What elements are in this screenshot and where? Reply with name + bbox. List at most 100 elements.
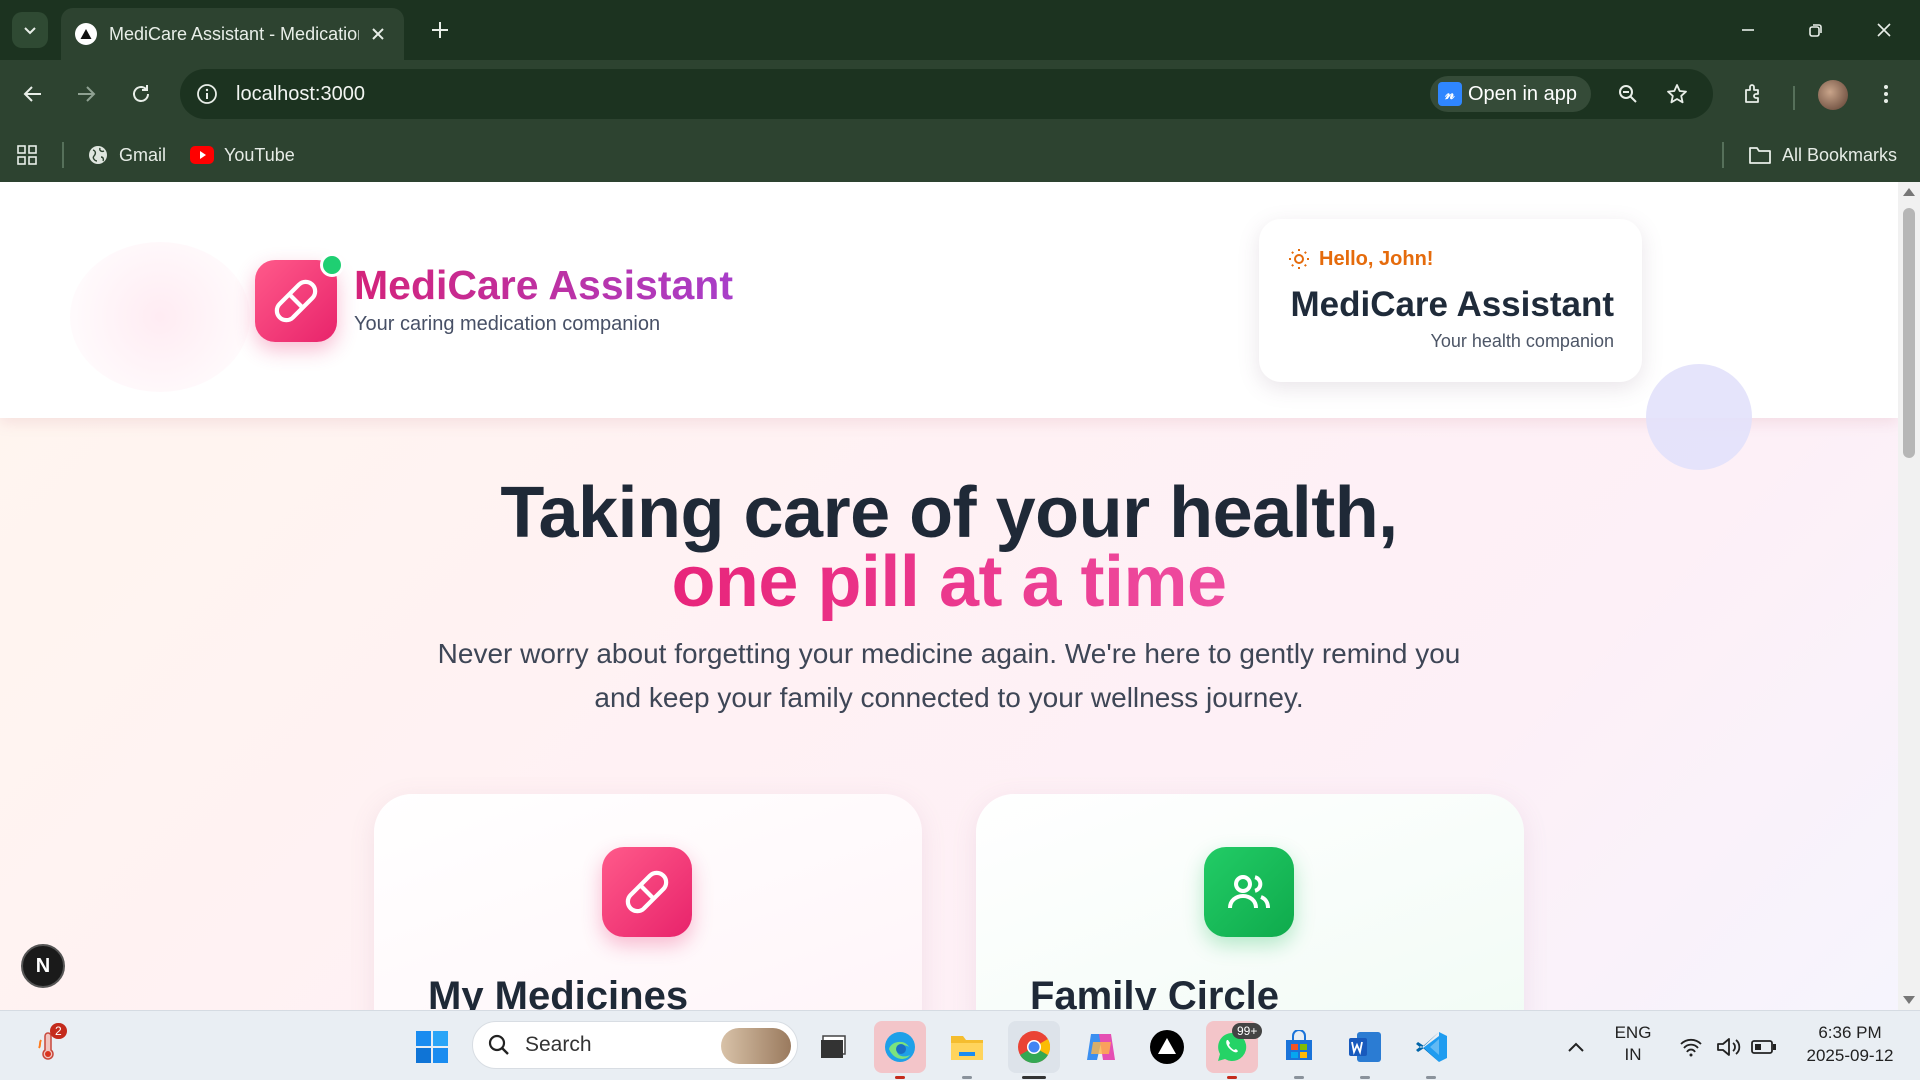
search-icon <box>488 1034 509 1055</box>
users-icon <box>1228 875 1270 909</box>
greeting-card-title: MediCare Assistant <box>1290 285 1614 324</box>
hero-heading-accent: one pill at a time <box>0 541 1898 623</box>
system-tray-status[interactable] <box>1668 1021 1788 1073</box>
windows-logo-icon <box>416 1031 448 1063</box>
taskbar-vercel-app[interactable] <box>1141 1021 1193 1073</box>
restore-button[interactable] <box>1798 12 1834 48</box>
browser-toolbar: localhost:3000 𝓃 Open in app <box>0 60 1920 128</box>
hero-accent-text: one pill at a time <box>671 542 1227 622</box>
apps-grid-icon <box>17 145 37 165</box>
volume-icon <box>1717 1038 1741 1056</box>
clock-date: 2025-09-12 <box>1806 1046 1894 1065</box>
back-button[interactable] <box>15 76 51 112</box>
taskbar-vscode[interactable] <box>1405 1021 1457 1079</box>
extensions-button[interactable] <box>1736 76 1772 112</box>
language-line-2: IN <box>1624 1045 1642 1064</box>
taskbar-whatsapp[interactable]: 99+ <box>1206 1021 1263 1079</box>
whatsapp-badge: 99+ <box>1232 1023 1263 1039</box>
pill-icon <box>625 870 669 914</box>
reload-icon <box>133 85 149 102</box>
close-window-button[interactable] <box>1866 12 1902 48</box>
pill-icon <box>274 279 318 323</box>
show-hidden-icons-button[interactable] <box>1548 1021 1604 1073</box>
app-logo-icon: 𝓃 <box>1438 82 1462 106</box>
taskbar-chrome[interactable] <box>1008 1021 1060 1079</box>
forward-button[interactable] <box>68 76 104 112</box>
browser-tab-active[interactable]: MediCare Assistant - Medication <box>61 8 404 60</box>
decorative-circle <box>1646 364 1752 470</box>
zoom-button[interactable] <box>1613 79 1643 109</box>
active-indicator <box>1022 1076 1046 1079</box>
brand-subtitle: Your caring medication companion <box>354 313 661 335</box>
tab-search-button[interactable] <box>12 12 48 48</box>
greeting-card: Hello, John! MediCare Assistant Your hea… <box>1259 219 1642 382</box>
profile-avatar[interactable] <box>1818 80 1848 110</box>
browser-window: MediCare Assistant - Medication localhos… <box>0 0 1920 1010</box>
running-indicator <box>1426 1076 1436 1079</box>
task-view-icon <box>821 1035 846 1058</box>
taskbar-word[interactable] <box>1339 1021 1391 1079</box>
running-indicator <box>1294 1076 1304 1079</box>
feature-card-medicines[interactable]: My Medicines <box>374 794 922 1010</box>
language-indicator[interactable]: ENG IN <box>1608 1023 1658 1065</box>
taskbar-file-explorer[interactable] <box>941 1021 993 1079</box>
greeting-card-subtitle: Your health companion <box>1430 331 1614 351</box>
start-button[interactable] <box>406 1021 458 1073</box>
weather-badge: 2 <box>50 1023 67 1039</box>
feature-card-family[interactable]: Family Circle <box>976 794 1524 1010</box>
minimize-icon <box>1742 29 1754 31</box>
taskbar-copilot[interactable] <box>1075 1021 1127 1073</box>
battery-icon <box>1751 1040 1776 1054</box>
taskbar-edge[interactable] <box>874 1021 926 1079</box>
vercel-favicon-icon <box>75 23 97 45</box>
scrollbar-thumb[interactable] <box>1903 208 1915 458</box>
word-icon <box>1349 1032 1381 1062</box>
card-title: My Medicines <box>428 974 689 1010</box>
site-header: MediCare Assistant Your caring medicatio… <box>0 182 1898 418</box>
page-scrollbar[interactable] <box>1898 182 1920 1010</box>
apps-button[interactable] <box>16 138 38 172</box>
running-indicator <box>1227 1076 1237 1079</box>
taskbar-search[interactable]: Search <box>472 1021 798 1069</box>
globe-icon <box>89 146 107 164</box>
bookmark-gmail[interactable]: Gmail <box>87 138 166 172</box>
bookmarks-bar: Gmail YouTube All Bookmarks <box>0 128 1920 182</box>
language-line-1: ENG <box>1614 1023 1652 1042</box>
reload-button[interactable] <box>123 76 159 112</box>
search-placeholder: Search <box>525 1033 592 1056</box>
greeting-text: Hello, John! <box>1319 247 1434 270</box>
task-view-button[interactable] <box>808 1021 860 1073</box>
vscode-icon <box>1416 1032 1447 1062</box>
puzzle-icon <box>1745 84 1759 103</box>
sun-icon <box>1289 249 1309 269</box>
weather-widget[interactable]: 2 <box>22 1021 74 1073</box>
zoom-icon <box>1619 85 1637 103</box>
star-icon <box>1667 84 1687 104</box>
all-bookmarks-button[interactable]: All Bookmarks <box>1748 138 1897 172</box>
site-info-icon[interactable] <box>194 81 220 107</box>
open-in-app-label: Open in app <box>1468 82 1577 105</box>
taskbar-store[interactable] <box>1273 1021 1325 1079</box>
chrome-icon <box>1018 1031 1051 1063</box>
new-tab-button[interactable] <box>424 14 456 46</box>
clock[interactable]: 6:36 PM 2025-09-12 <box>1790 1023 1910 1066</box>
minimize-button[interactable] <box>1730 12 1766 48</box>
bookmark-youtube[interactable]: YouTube <box>190 138 295 172</box>
bookmark-star-button[interactable] <box>1662 79 1692 109</box>
running-indicator <box>1360 1076 1370 1079</box>
bookmark-label: Gmail <box>119 144 167 165</box>
nextjs-dev-badge[interactable]: N <box>21 944 65 988</box>
scroll-up-arrow[interactable] <box>1903 188 1915 196</box>
greeting-row: Hello, John! <box>1287 247 1433 271</box>
address-bar[interactable]: localhost:3000 𝓃 Open in app <box>180 69 1713 119</box>
hero-description: Never worry about forgetting your medici… <box>437 638 1461 713</box>
scroll-down-arrow[interactable] <box>1903 996 1915 1004</box>
address-url[interactable]: localhost:3000 <box>236 83 365 106</box>
search-highlight-image <box>721 1028 791 1064</box>
more-vertical-icon <box>1884 85 1888 103</box>
open-in-app-button[interactable]: 𝓃 Open in app <box>1430 76 1591 112</box>
arrow-right-icon <box>78 86 96 102</box>
browser-menu-button[interactable] <box>1868 76 1904 112</box>
tab-close-button[interactable] <box>366 22 390 46</box>
card-icon-box <box>1204 847 1294 937</box>
